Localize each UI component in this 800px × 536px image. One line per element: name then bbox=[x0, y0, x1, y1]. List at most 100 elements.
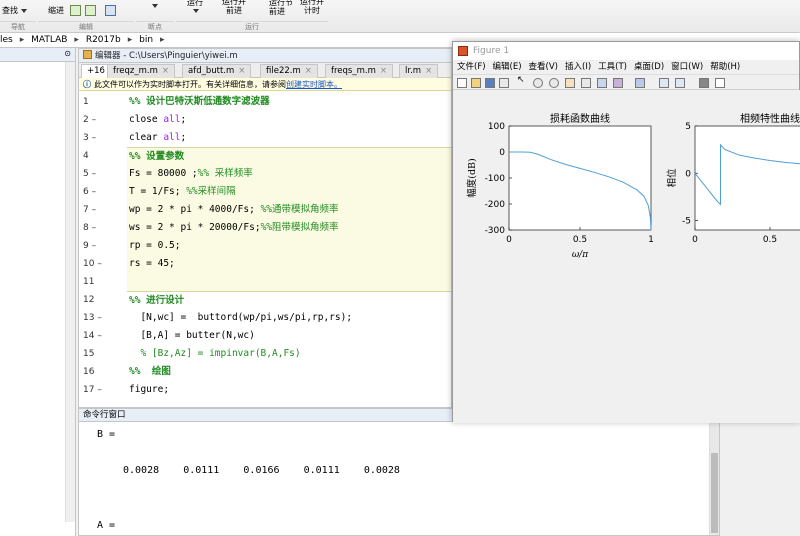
info-bar: ⓘ 此文件可以作为实时脚本打开。有关详细信息，请参阅创建实时脚本。 bbox=[79, 78, 451, 91]
live-script-link[interactable]: 创建实时脚本。 bbox=[286, 80, 342, 89]
advance-button[interactable]: 前进 bbox=[269, 6, 285, 17]
line-number[interactable]: 12 bbox=[79, 291, 127, 309]
menu-edit[interactable]: 编辑(E) bbox=[493, 62, 522, 72]
code-line[interactable]: wp = 2 * pi * 4000/Fs; %%通带模拟角频率 bbox=[127, 201, 451, 219]
code-line[interactable]: %% 设置参数 bbox=[127, 147, 451, 165]
zoom-in-icon[interactable] bbox=[533, 78, 543, 88]
line-number[interactable]: 15 bbox=[79, 345, 127, 363]
line-number[interactable]: 11 bbox=[79, 273, 127, 291]
code-line[interactable]: %% 进行设计 bbox=[127, 291, 451, 309]
code-area[interactable]: 1%% 设计巴特沃斯低通数字滤波器 2 – close all; 3 – clear a… bbox=[79, 91, 451, 407]
code-line[interactable]: ws = 2 * pi * 20000/Fs;%%阻带模拟角频率 bbox=[127, 219, 451, 237]
save-icon[interactable] bbox=[485, 78, 495, 88]
code-line[interactable]: T = 1/Fs; %%采样间隔 bbox=[127, 183, 451, 201]
menu-desktop[interactable]: 桌面(D) bbox=[634, 62, 664, 72]
indent-icon[interactable] bbox=[105, 5, 116, 16]
line-number[interactable]: 9 – bbox=[79, 237, 127, 255]
code-line[interactable]: close all; bbox=[127, 111, 451, 129]
plot-area bbox=[694, 125, 800, 231]
breadcrumb-item[interactable]: R2017b bbox=[86, 35, 121, 45]
editor-tabs: +16 freqz_m.m × afd_butt.m × file22.m × fre… bbox=[79, 63, 451, 78]
breadcrumb-item[interactable]: bin bbox=[139, 35, 153, 45]
pointer-icon[interactable]: ↖ bbox=[517, 75, 527, 85]
pan-icon[interactable] bbox=[565, 78, 575, 88]
scrollbar[interactable] bbox=[65, 62, 75, 522]
y-tick-label: -100 bbox=[485, 174, 506, 184]
menu-tools[interactable]: 工具(T) bbox=[598, 62, 627, 72]
colorbar-icon[interactable] bbox=[659, 78, 669, 88]
breadcrumb-item[interactable]: MATLAB bbox=[31, 35, 67, 45]
editor-icon bbox=[83, 50, 92, 59]
panel-menu-icon[interactable]: ⊙ bbox=[64, 49, 71, 58]
line-number[interactable]: 13 – bbox=[79, 309, 127, 327]
line-number[interactable]: 1 bbox=[79, 93, 127, 111]
line-number[interactable]: 16 bbox=[79, 363, 127, 381]
scrollbar[interactable] bbox=[709, 423, 719, 535]
new-figure-icon[interactable] bbox=[457, 78, 467, 88]
run-advance-button[interactable]: 运行并 前进 bbox=[222, 0, 246, 15]
info-text: 此文件可以作为实时脚本打开。有关详细信息，请参阅 bbox=[94, 80, 286, 89]
tab-afd-butt[interactable]: afd_butt.m × bbox=[182, 64, 252, 78]
rotate-icon[interactable] bbox=[581, 78, 591, 88]
section-breakpoints: 断点 bbox=[136, 21, 174, 32]
wrap-icon[interactable] bbox=[85, 5, 96, 16]
line-number[interactable]: 5 – bbox=[79, 165, 127, 183]
menu-help[interactable]: 帮助(H) bbox=[710, 62, 740, 72]
run-chevron-icon[interactable] bbox=[190, 6, 199, 15]
brush-icon[interactable] bbox=[613, 78, 623, 88]
line-number[interactable]: 10 – bbox=[79, 255, 127, 273]
matlab-icon bbox=[458, 46, 468, 56]
code-line[interactable]: [N,wc] = buttord(wp/pi,ws/pi,rp,rs); bbox=[127, 309, 451, 327]
tab-freqs[interactable]: freqs_m.m × bbox=[325, 64, 393, 78]
breakpoint-button[interactable] bbox=[149, 0, 158, 8]
code-line[interactable]: [B,A] = butter(N,wc) bbox=[127, 327, 451, 345]
command-window: 命令行窗口 B = 0.0028 0.0111 0.0166 0.0111 0.… bbox=[78, 408, 720, 536]
print-icon[interactable] bbox=[499, 78, 509, 88]
figure-plots: 损耗函数曲线 0 0.5 1 100 0 -100 -200 -300 ω/π 幅度(dB) 相频特性… bbox=[453, 90, 800, 423]
line-number[interactable]: 7 – bbox=[79, 201, 127, 219]
line-number[interactable]: 17 – bbox=[79, 381, 127, 399]
code-line[interactable]: rp = 0.5; bbox=[127, 237, 451, 255]
close-icon: × bbox=[238, 66, 246, 76]
zoom-out-icon[interactable] bbox=[549, 78, 559, 88]
code-line[interactable]: Fs = 80000 ;%% 采样频率 bbox=[127, 165, 451, 183]
line-number[interactable]: 4 bbox=[79, 147, 127, 165]
menu-file[interactable]: 文件(F) bbox=[457, 62, 486, 72]
comment-icon[interactable] bbox=[70, 5, 81, 16]
show-tools-icon[interactable] bbox=[715, 78, 725, 88]
code-line[interactable]: % [Bz,Az] = impinvar(B,A,Fs) bbox=[127, 345, 451, 363]
line-number[interactable]: 6 – bbox=[79, 183, 127, 201]
link-plot-icon[interactable] bbox=[635, 78, 645, 88]
figure-window: Figure 1 文件(F) 编辑(E) 查看(V) 插入(I) 工具(T) 桌面(D) 窗… bbox=[452, 41, 800, 423]
hide-tools-icon[interactable] bbox=[699, 78, 709, 88]
code-line[interactable]: figure; bbox=[127, 381, 451, 399]
data-cursor-icon[interactable] bbox=[597, 78, 607, 88]
run-time-button[interactable]: 运行并 计时 bbox=[300, 0, 324, 15]
open-icon[interactable] bbox=[471, 78, 481, 88]
indent-button[interactable]: 缩进 bbox=[48, 5, 64, 16]
code-line[interactable]: %% 绘图 bbox=[127, 363, 451, 381]
breadcrumb-item[interactable]: les bbox=[0, 35, 13, 45]
menu-insert[interactable]: 插入(I) bbox=[565, 62, 591, 72]
find-button[interactable]: 查找 bbox=[2, 5, 27, 16]
find-label: 查找 bbox=[2, 6, 18, 15]
close-icon: × bbox=[379, 66, 387, 76]
line-number[interactable]: 3 – bbox=[79, 129, 127, 147]
tab-lr[interactable]: lr.m × bbox=[399, 64, 439, 78]
code-line[interactable]: rs = 45; bbox=[127, 255, 451, 273]
code-line[interactable]: clear all; bbox=[127, 129, 451, 147]
output-b: B = bbox=[97, 429, 116, 440]
tab-freqz[interactable]: freqz_m.m × bbox=[107, 64, 176, 78]
scroll-thumb[interactable] bbox=[711, 453, 718, 533]
code-line[interactable]: %% 设计巴特沃斯低通数字滤波器 bbox=[127, 93, 451, 111]
x-tick-label: 0.5 bbox=[763, 235, 777, 245]
editor-title-text: 编辑器 - C:\Users\Pinguier\yiwei.m bbox=[95, 51, 238, 61]
menu-view[interactable]: 查看(V) bbox=[529, 62, 558, 72]
line-number[interactable]: 8 – bbox=[79, 219, 127, 237]
legend-icon[interactable] bbox=[675, 78, 685, 88]
line-number[interactable]: 14 – bbox=[79, 327, 127, 345]
tab-file22[interactable]: file22.m × bbox=[260, 64, 318, 78]
line-number[interactable]: 2 – bbox=[79, 111, 127, 129]
code-line[interactable] bbox=[127, 273, 451, 291]
menu-window[interactable]: 窗口(W) bbox=[671, 62, 703, 72]
